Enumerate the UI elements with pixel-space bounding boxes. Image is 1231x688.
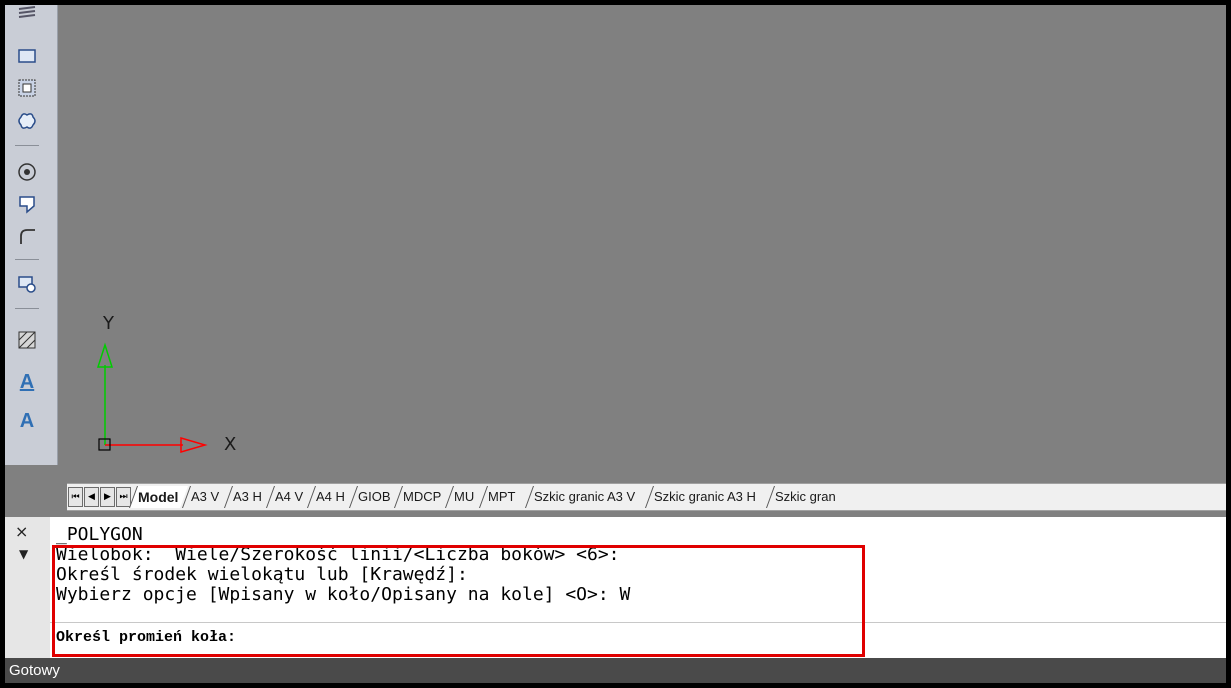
tab-a3v[interactable]: A3 V xyxy=(182,486,230,508)
text-icon[interactable]: A xyxy=(16,410,38,432)
tab-mu[interactable]: MU xyxy=(445,486,485,508)
tab-a3h[interactable]: A3 H xyxy=(223,486,272,508)
tab-a4v[interactable]: A4 V xyxy=(265,486,313,508)
multiline-text-icon[interactable]: A xyxy=(16,371,38,393)
tab-szkic-a3v[interactable]: Szkic granic A3 V xyxy=(525,486,646,508)
first-tab-button[interactable]: ⏮ xyxy=(68,487,83,507)
tab-mdcp[interactable]: MDCP xyxy=(394,486,452,508)
command-line-panel: × ▼ _POLYGON Wielobok: Wiele/Szerokość l… xyxy=(5,517,1226,658)
draw-toolbar: A A xyxy=(5,5,58,465)
tab-mpt[interactable]: MPT xyxy=(478,486,526,508)
rectangle-icon[interactable] xyxy=(16,45,38,67)
command-history-line: Określ środek wielokątu lub [Krawędź]: xyxy=(56,564,468,585)
ucs-x-label: X xyxy=(224,434,237,455)
last-tab-button[interactable]: ⏭ xyxy=(116,487,131,507)
tab-a4h[interactable]: A4 H xyxy=(306,486,355,508)
drawing-canvas[interactable]: Y X xyxy=(58,5,1226,477)
command-panel-side: × ▼ xyxy=(5,517,50,658)
region-icon[interactable] xyxy=(16,77,38,99)
gradient-hatch-icon[interactable] xyxy=(16,329,38,351)
command-history-line: Wybierz opcje [Wpisany w koło/Opisany na… xyxy=(56,584,631,605)
ucs-icon xyxy=(96,342,208,453)
tab-giob[interactable]: GIOB xyxy=(348,486,401,508)
command-divider xyxy=(50,622,1226,623)
tab-szkic-gran[interactable]: Szkic gran xyxy=(766,486,846,508)
close-icon[interactable]: × xyxy=(15,522,28,541)
command-history[interactable]: _POLYGON Wielobok: Wiele/Szerokość linii… xyxy=(50,517,1226,658)
status-bar: Gotowy xyxy=(5,658,1226,683)
ucs-y-label: Y xyxy=(103,313,114,334)
fillet-icon[interactable] xyxy=(16,225,38,247)
command-history-line: Wielobok: Wiele/Szerokość linii/<Liczba … xyxy=(56,544,620,565)
tab-szkic-a3h[interactable]: Szkic granic A3 H xyxy=(645,486,767,508)
command-history-line: _POLYGON xyxy=(56,524,143,545)
next-tab-button[interactable]: ▶ xyxy=(100,487,115,507)
wipeout-icon[interactable] xyxy=(16,193,38,215)
block-icon[interactable] xyxy=(16,273,38,295)
donut-icon[interactable] xyxy=(16,161,38,183)
app-window: A A Y X ⏮ ◀ ▶ ⏭ Model A3 V A3 H A4 V A4 … xyxy=(5,5,1226,683)
chevron-down-icon[interactable]: ▼ xyxy=(19,547,28,561)
prev-tab-button[interactable]: ◀ xyxy=(84,487,99,507)
layout-tab-bar: ⏮ ◀ ▶ ⏭ Model A3 V A3 H A4 V A4 H GIOB M… xyxy=(67,483,1226,511)
status-text: Gotowy xyxy=(9,662,60,679)
revcloud-icon[interactable] xyxy=(16,110,38,132)
tab-model[interactable]: Model xyxy=(128,486,189,508)
hatch-lines-icon[interactable] xyxy=(16,5,38,25)
command-input[interactable]: Określ promień koła: xyxy=(56,629,236,646)
